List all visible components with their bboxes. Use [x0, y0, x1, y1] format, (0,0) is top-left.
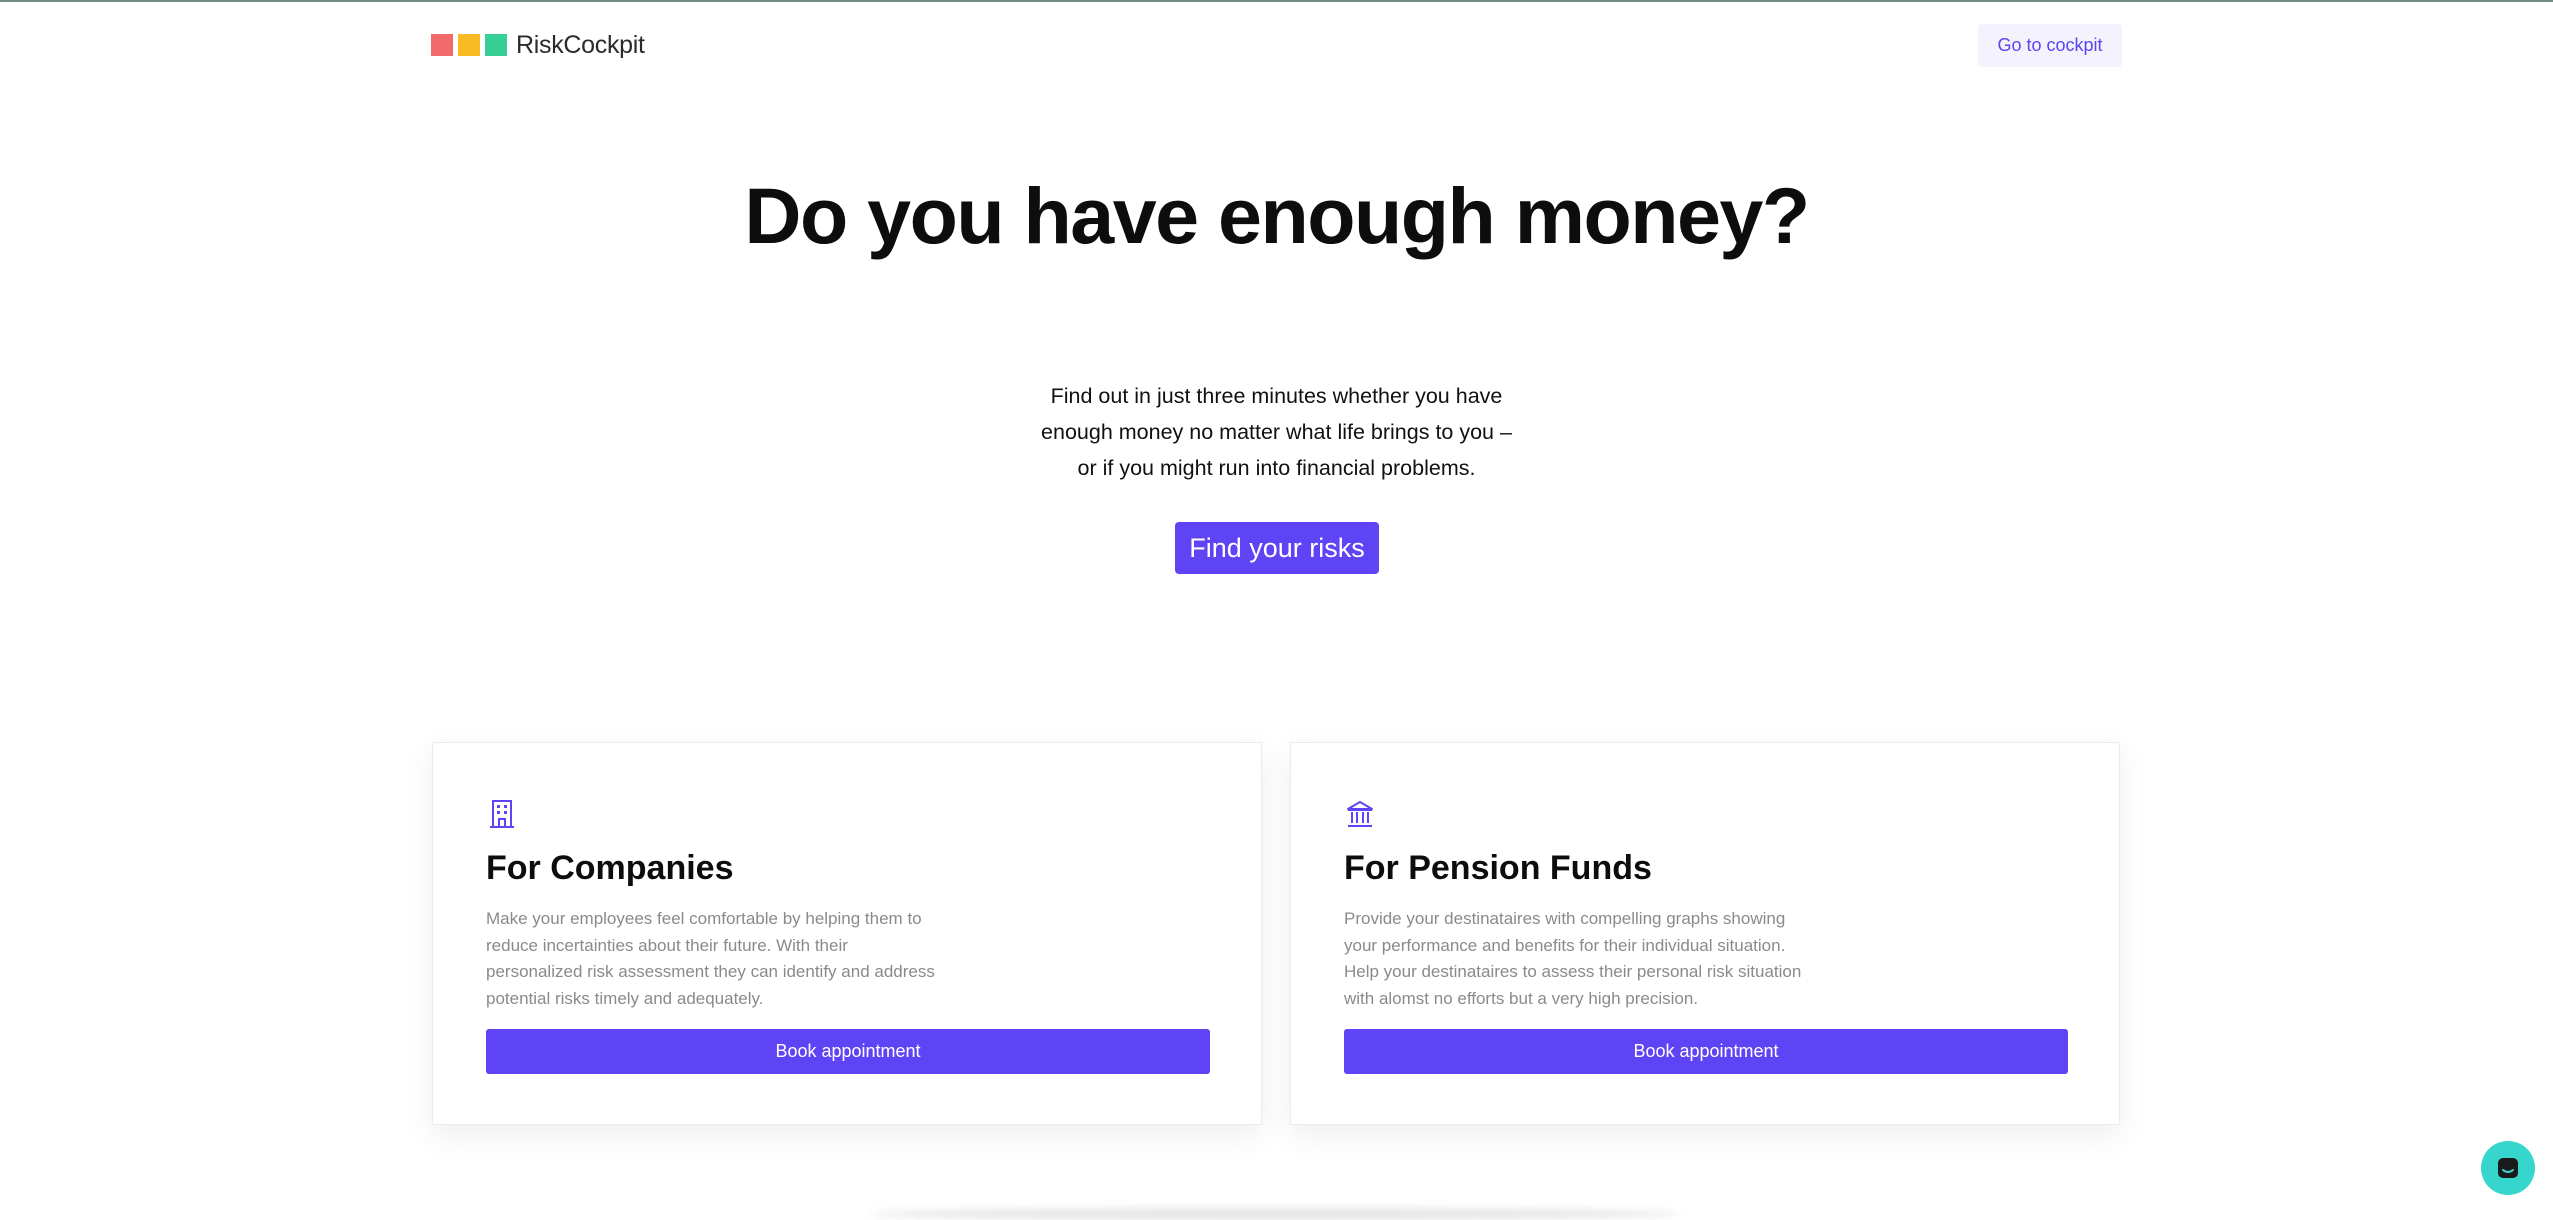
book-appointment-button[interactable]: Book appointment — [1344, 1029, 2068, 1074]
logo-square-red — [431, 34, 453, 56]
logo[interactable]: RiskCockpit — [431, 30, 645, 59]
book-appointment-button[interactable]: Book appointment — [486, 1029, 1210, 1074]
card-description-line: your performance and benefits for their … — [1344, 935, 1786, 955]
hero-description-line: Find out in just three minutes whether y… — [1050, 384, 1503, 408]
hero-title: Do you have enough money? — [744, 171, 1810, 260]
card-description-line: potential risks timely and adequately. — [486, 988, 764, 1008]
card-description: Provide your destinataires with compelli… — [1344, 906, 1839, 1012]
card-description-line: Provide your destinataires with compelli… — [1344, 909, 1786, 928]
card-description-line: Help your destinataires to assess their … — [1344, 962, 1802, 981]
top-border — [0, 0, 2553, 2]
card-title: For Pension Funds — [1344, 849, 1652, 887]
card-description-line: Make your employees feel comfortable by … — [486, 909, 922, 928]
logo-square-yellow — [458, 34, 480, 56]
card-description: Make your employees feel comfortable by … — [486, 906, 981, 1012]
next-section-shadow — [870, 1208, 1680, 1220]
hero-description-line: or if you might run into financial probl… — [1077, 456, 1476, 480]
find-your-risks-button[interactable]: Find your risks — [1175, 522, 1379, 574]
logo-text: RiskCockpit — [516, 30, 645, 59]
card-description-line: personalized risk assessment they can id… — [486, 962, 935, 981]
companies-card: For Companies Make your employees feel c… — [432, 742, 1262, 1125]
card-title: For Companies — [486, 849, 734, 887]
card-description-line: reduce incertainties about their future.… — [486, 935, 848, 955]
chat-icon — [2498, 1158, 2518, 1178]
hero-description-line: enough money no matter what life brings … — [1041, 420, 1512, 444]
hero-description: Find out in just three minutes whether y… — [1026, 378, 1527, 486]
go-to-cockpit-button[interactable]: Go to cockpit — [1978, 24, 2122, 67]
chat-launcher-button[interactable] — [2481, 1141, 2535, 1195]
pension-funds-card: For Pension Funds Provide your destinata… — [1290, 742, 2120, 1125]
logo-square-green — [485, 34, 507, 56]
bank-icon — [1347, 801, 1373, 827]
building-icon — [490, 800, 514, 828]
card-description-line: with alomst no efforts but a very high p… — [1344, 988, 1699, 1008]
